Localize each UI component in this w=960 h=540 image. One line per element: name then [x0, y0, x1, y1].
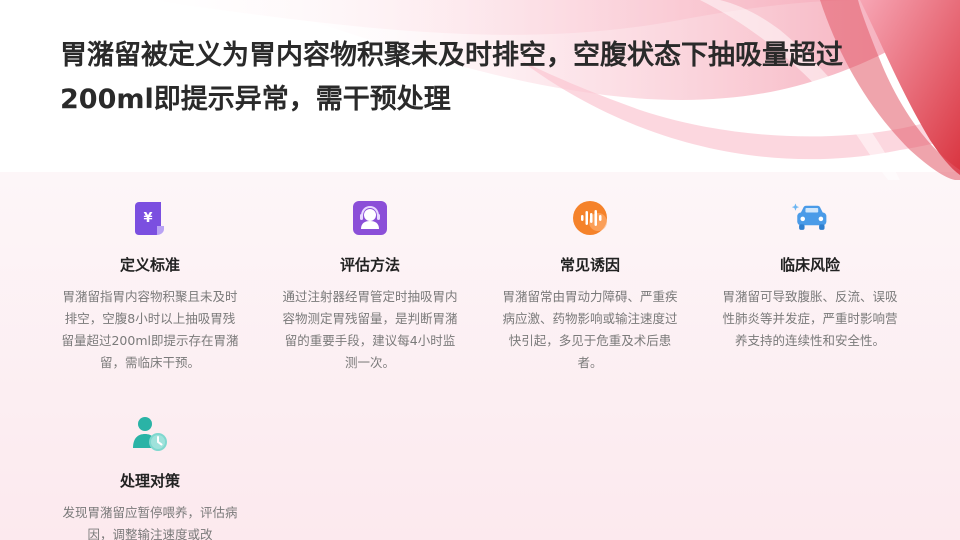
card-handling: 处理对策 发现胃潴留应暂停喂养，评估病因，调整输注速度或改 [60, 414, 240, 540]
card-description: 胃潴留指胃内容物积聚且未及时排空，空腹8小时以上抽吸胃残留量超过200ml即提示… [61, 289, 239, 370]
card-label: 处理对策 [119, 472, 180, 490]
card-risks: 临床风险 胃潴留可导致腹胀、反流、误吸性肺炎等并发症，严重时影响营养支持的连续性… [720, 198, 900, 352]
card-label: 常见诱因 [559, 256, 620, 274]
card-label: 定义标准 [119, 256, 180, 274]
slide: 胃潴留被定义为胃内容物积聚未及时排空，空腹状态下抽吸量超过200ml即提示异常，… [0, 0, 960, 540]
support-agent-icon [350, 198, 390, 238]
card-description: 发现胃潴留应暂停喂养，评估病因，调整输注速度或改 [62, 505, 238, 540]
slide-title: 胃潴留被定义为胃内容物积聚未及时排空，空腹状态下抽吸量超过200ml即提示异常，… [60, 40, 843, 115]
card-causes: 常见诱因 胃潴留常由胃动力障碍、严重疾病应激、药物影响或输注速度过快引起，多见于… [500, 198, 680, 374]
audio-wave-icon [570, 198, 610, 238]
document-yen-icon: ¥ [130, 198, 170, 238]
card-description: 通过注射器经胃管定时抽吸胃内容物测定胃残留量，是判断胃潴留的重要手段，建议每4小… [282, 289, 458, 370]
card-definition: ¥ 定义标准 胃潴留指胃内容物积聚且未及时排空，空腹8小时以上抽吸胃残留量超过2… [60, 198, 240, 374]
card-description: 胃潴留可导致腹胀、反流、误吸性肺炎等并发症，严重时影响营养支持的连续性和安全性。 [722, 289, 898, 348]
card-assessment: 评估方法 通过注射器经胃管定时抽吸胃内容物测定胃残留量，是判断胃潴留的重要手段，… [280, 198, 460, 374]
card-description: 胃潴留常由胃动力障碍、严重疾病应激、药物影响或输注速度过快引起，多见于危重及术后… [502, 289, 678, 370]
card-label: 临床风险 [779, 256, 840, 274]
svg-text:¥: ¥ [143, 211, 152, 226]
person-clock-icon [130, 414, 170, 454]
card-label: 评估方法 [339, 256, 400, 274]
car-sparkle-icon [790, 198, 830, 238]
